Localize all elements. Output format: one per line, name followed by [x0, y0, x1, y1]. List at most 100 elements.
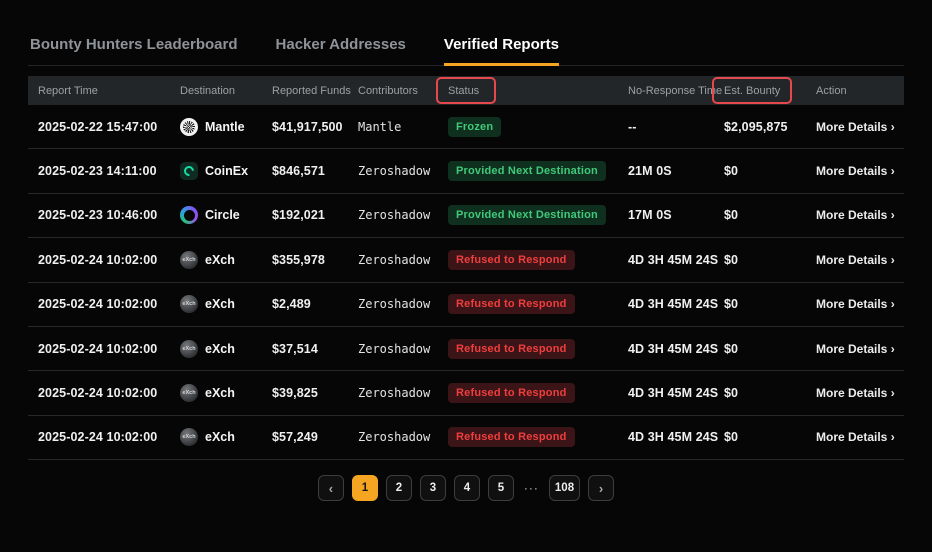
report-time-cell: 2025-02-24 10:02:00 — [38, 430, 180, 444]
est-bounty-cell: $0 — [724, 253, 816, 267]
more-details-link[interactable]: More Details › — [816, 253, 895, 267]
destination-name: eXch — [205, 253, 235, 267]
est-bounty-cell: $0 — [724, 430, 816, 444]
status-badge: Frozen — [448, 117, 501, 137]
verified-reports-table: Report Time Destination Reported Funds C… — [28, 76, 904, 460]
table-row: 2025-02-24 10:02:00 eXch $39,825 Zerosha… — [28, 371, 904, 415]
tab-verified-reports[interactable]: Verified Reports — [444, 36, 559, 65]
destination-cell: eXch — [180, 340, 272, 358]
more-details-link[interactable]: More Details › — [816, 342, 895, 356]
destination-name: CoinEx — [205, 164, 248, 178]
pagination-page-3[interactable]: 3 — [420, 475, 446, 501]
destination-name: eXch — [205, 386, 235, 400]
report-time-cell: 2025-02-23 10:46:00 — [38, 208, 180, 222]
destination-name: eXch — [205, 297, 235, 311]
pagination-page-1[interactable]: 1 — [352, 475, 378, 501]
more-details-link[interactable]: More Details › — [816, 386, 895, 400]
table-row: 2025-02-24 10:02:00 eXch $355,978 Zerosh… — [28, 238, 904, 282]
more-details-link[interactable]: More Details › — [816, 164, 895, 178]
contributors-cell: Zeroshadow — [358, 253, 448, 267]
contributors-cell: Zeroshadow — [358, 386, 448, 400]
pagination-prev-button[interactable]: ‹ — [318, 475, 344, 501]
destination-cell: eXch — [180, 295, 272, 313]
more-details-link[interactable]: More Details › — [816, 297, 895, 311]
status-badge: Provided Next Destination — [448, 205, 606, 225]
exch-logo-icon — [180, 251, 198, 269]
pagination-page-4[interactable]: 4 — [454, 475, 480, 501]
status-badge: Refused to Respond — [448, 383, 575, 403]
circle-logo-icon — [180, 206, 198, 224]
status-badge: Refused to Respond — [448, 427, 575, 447]
no-response-time-cell: 21M 0S — [628, 164, 724, 178]
pagination: ‹ 12345 ··· 108 › — [0, 475, 932, 501]
destination-cell: CoinEx — [180, 162, 272, 180]
pagination-ellipsis: ··· — [522, 481, 541, 495]
table-row: 2025-02-24 10:02:00 eXch $37,514 Zerosha… — [28, 327, 904, 371]
status-cell: Provided Next Destination — [448, 205, 628, 225]
contributors-cell: Zeroshadow — [358, 430, 448, 444]
exch-logo-icon — [180, 340, 198, 358]
table-row: 2025-02-24 10:02:00 eXch $57,249 Zerosha… — [28, 416, 904, 460]
pagination-next-button[interactable]: › — [588, 475, 614, 501]
reported-funds-cell: $846,571 — [272, 164, 358, 178]
pagination-page-108[interactable]: 108 — [549, 475, 580, 501]
contributors-cell: Zeroshadow — [358, 208, 448, 222]
no-response-time-cell: 4D 3H 45M 24S — [628, 386, 724, 400]
exch-logo-icon — [180, 295, 198, 313]
destination-cell: eXch — [180, 384, 272, 402]
tab-hacker-addresses[interactable]: Hacker Addresses — [276, 36, 406, 65]
destination-name: eXch — [205, 342, 235, 356]
status-cell: Refused to Respond — [448, 339, 628, 359]
exch-logo-icon — [180, 428, 198, 446]
est-bounty-cell: $0 — [724, 342, 816, 356]
column-header-est-bounty: Est. Bounty — [724, 85, 816, 97]
no-response-time-cell: 4D 3H 45M 24S — [628, 342, 724, 356]
status-cell: Refused to Respond — [448, 294, 628, 314]
column-header-destination: Destination — [180, 85, 272, 97]
status-badge: Refused to Respond — [448, 339, 575, 359]
status-cell: Refused to Respond — [448, 383, 628, 403]
report-time-cell: 2025-02-23 14:11:00 — [38, 164, 180, 178]
no-response-time-cell: -- — [628, 120, 724, 134]
status-badge: Refused to Respond — [448, 294, 575, 314]
contributors-cell: Mantle — [358, 120, 448, 134]
more-details-link[interactable]: More Details › — [816, 208, 895, 222]
destination-cell: Circle — [180, 206, 272, 224]
reported-funds-cell: $39,825 — [272, 386, 358, 400]
reported-funds-cell: $192,021 — [272, 208, 358, 222]
column-header-report-time: Report Time — [38, 85, 180, 97]
report-time-cell: 2025-02-24 10:02:00 — [38, 386, 180, 400]
pagination-page-5[interactable]: 5 — [488, 475, 514, 501]
status-cell: Provided Next Destination — [448, 161, 628, 181]
more-details-link[interactable]: More Details › — [816, 120, 895, 134]
status-cell: Refused to Respond — [448, 427, 628, 447]
destination-cell: Mantle — [180, 118, 272, 136]
more-details-link[interactable]: More Details › — [816, 430, 895, 444]
report-time-cell: 2025-02-24 10:02:00 — [38, 253, 180, 267]
mantle-logo-icon — [180, 118, 198, 136]
table-row: 2025-02-23 14:11:00 CoinEx $846,571 Zero… — [28, 149, 904, 193]
pagination-page-2[interactable]: 2 — [386, 475, 412, 501]
destination-name: eXch — [205, 430, 235, 444]
reported-funds-cell: $37,514 — [272, 342, 358, 356]
table-body: 2025-02-22 15:47:00 Mantle $41,917,500 M… — [28, 105, 904, 460]
no-response-time-cell: 4D 3H 45M 24S — [628, 430, 724, 444]
coinex-logo-icon — [180, 162, 198, 180]
report-time-cell: 2025-02-24 10:02:00 — [38, 342, 180, 356]
exch-logo-icon — [180, 384, 198, 402]
reported-funds-cell: $355,978 — [272, 253, 358, 267]
tab-bounty-hunters-leaderboard[interactable]: Bounty Hunters Leaderboard — [30, 36, 238, 65]
reported-funds-cell: $57,249 — [272, 430, 358, 444]
est-bounty-cell: $0 — [724, 297, 816, 311]
column-header-status: Status — [448, 85, 628, 97]
report-time-cell: 2025-02-22 15:47:00 — [38, 120, 180, 134]
report-time-cell: 2025-02-24 10:02:00 — [38, 297, 180, 311]
tab-bar: Bounty Hunters Leaderboard Hacker Address… — [28, 36, 904, 66]
est-bounty-cell: $0 — [724, 208, 816, 222]
destination-cell: eXch — [180, 251, 272, 269]
contributors-cell: Zeroshadow — [358, 164, 448, 178]
status-cell: Refused to Respond — [448, 250, 628, 270]
status-cell: Frozen — [448, 117, 628, 137]
column-header-no-response-time: No-Response Time — [628, 85, 724, 97]
column-header-contributors: Contributors — [358, 85, 448, 97]
